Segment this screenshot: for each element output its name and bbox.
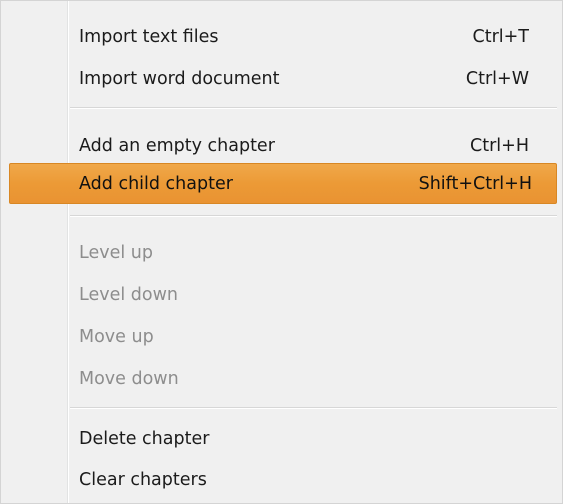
menu-item-label: Import word document bbox=[79, 69, 280, 89]
menu-separator bbox=[70, 107, 557, 109]
context-menu: Import text files Ctrl+T Import word doc… bbox=[0, 0, 563, 504]
menu-item-label: Level up bbox=[79, 243, 153, 263]
menu-item-label: Add child chapter bbox=[79, 173, 233, 194]
menu-separator bbox=[70, 215, 557, 217]
menu-item-shortcut: Shift+Ctrl+H bbox=[418, 173, 532, 194]
menu-item-level-up: Level up bbox=[1, 233, 562, 273]
menu-item-label: Delete chapter bbox=[79, 429, 210, 449]
menu-item-label: Move up bbox=[79, 327, 154, 347]
menu-item-shortcut: Ctrl+H bbox=[470, 136, 529, 156]
menu-item-move-down: Move down bbox=[1, 359, 562, 399]
menu-item-label: Import text files bbox=[79, 27, 219, 47]
menu-item-clear-chapters[interactable]: Clear chapters bbox=[1, 460, 562, 500]
menu-separator bbox=[70, 407, 557, 409]
menu-item-label: Add an empty chapter bbox=[79, 136, 275, 156]
menu-item-add-empty-chapter[interactable]: Add an empty chapter Ctrl+H bbox=[1, 126, 562, 166]
menu-item-move-up: Move up bbox=[1, 317, 562, 357]
menu-item-label: Clear chapters bbox=[79, 470, 207, 490]
menu-item-shortcut: Ctrl+W bbox=[465, 69, 529, 89]
menu-item-level-down: Level down bbox=[1, 275, 562, 315]
menu-item-label: Move down bbox=[79, 369, 179, 389]
menu-item-import-word-document[interactable]: Import word document Ctrl+W bbox=[1, 59, 562, 99]
menu-item-label: Level down bbox=[79, 285, 178, 305]
menu-item-add-child-chapter[interactable]: Add child chapter Shift+Ctrl+H bbox=[9, 163, 557, 204]
menu-item-shortcut: Ctrl+T bbox=[472, 27, 530, 47]
menu-item-delete-chapter[interactable]: Delete chapter bbox=[1, 419, 562, 459]
menu-item-import-text-files[interactable]: Import text files Ctrl+T bbox=[1, 17, 562, 57]
